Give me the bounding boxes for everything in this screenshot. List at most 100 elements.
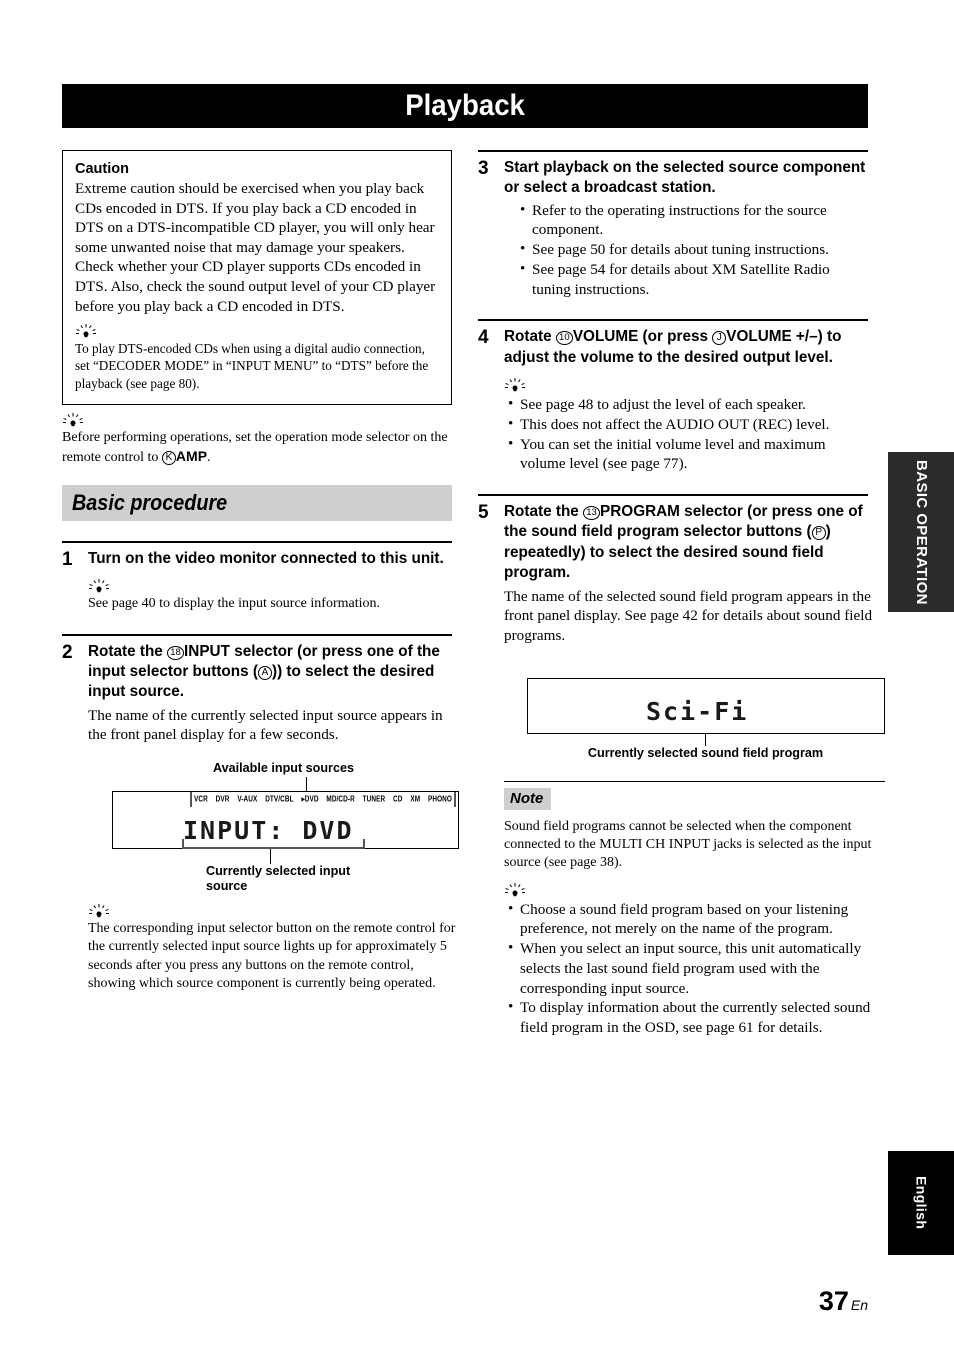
circled-18-marker: 18 (167, 645, 185, 660)
page-title: Playback (405, 89, 525, 122)
tip-bulb-icon (76, 324, 96, 338)
tip-bulb-icon (89, 579, 109, 593)
side-tab-english: English (888, 1151, 954, 1255)
page-number-value: 37 (818, 1286, 849, 1316)
figure-input-caption-top: Available input sources (213, 761, 354, 776)
figure-input-caption-bottom-line1: Currently selected input (206, 863, 351, 878)
tip-bulb-icon (505, 882, 525, 896)
intro-tip-text-after: . (207, 449, 211, 465)
step-3-bullets: Refer to the operating instructions for … (504, 200, 868, 300)
figure-input-display: Available input sources VCR DVR V-AUX DT… (88, 761, 459, 894)
intro-tip: Before performing operations, set the op… (62, 429, 452, 467)
input-source-indicator-row: VCR DVR V-AUX DTV/CBL ▸DVD MD/CD-R TUNER… (190, 791, 456, 807)
list-item: To display information about the current… (508, 997, 885, 1038)
note-block: Note Sound field programs cannot be sele… (504, 781, 885, 1038)
caution-tip: To play DTS-encoded CDs when using a dig… (75, 341, 429, 391)
source-label-md-cd-r: MD/CD-R (326, 794, 355, 804)
step-2-title: Rotate the 18 INPUT selector (or press on… (88, 642, 459, 703)
list-item: Refer to the operating instructions for … (520, 200, 868, 241)
tip-bulb-icon (505, 378, 525, 392)
step-1-title: Turn on the video monitor connected to t… (88, 550, 444, 568)
leader-line-top (306, 776, 308, 791)
caution-body: Extreme caution should be exercised when… (75, 180, 436, 315)
leader-line-program (705, 733, 707, 746)
tip-bulb-icon (89, 904, 109, 918)
page-number-lang: En (850, 1297, 868, 1313)
step-3: 3 Start playback on the selected source … (478, 150, 868, 299)
step-2: 2 Rotate the 18 INPUT selector (or press … (62, 633, 459, 993)
step-4-bold-volume-plus: VOLUME +/ (726, 328, 810, 346)
step-2-number: 2 (62, 641, 73, 663)
list-item: Choose a sound field program based on yo… (508, 899, 885, 940)
section-heading-band: Basic procedure (62, 485, 452, 522)
source-label-dvd: ▸DVD (301, 795, 319, 805)
section-heading: Basic procedure (72, 490, 228, 516)
step-3-number: 3 (478, 158, 489, 179)
note-tip-bullets: Choose a sound field program based on yo… (504, 899, 885, 1038)
step-4: 4 Rotate 10 VOLUME (or press J VOLUME +/–)… (478, 319, 868, 474)
front-panel-display-input: VCR DVR V-AUX DTV/CBL ▸DVD MD/CD-R TUNER… (112, 790, 459, 849)
step-2-description: The name of the currently selected input… (88, 706, 443, 744)
step-4-bold-volume: VOLUME (572, 328, 639, 346)
page-title-bar: Playback (62, 84, 868, 128)
step-2-title-part-a: Rotate the (88, 642, 168, 660)
step-5-number: 5 (478, 502, 489, 524)
side-tab-basic-operation-label: BASIC OPERATION (913, 459, 931, 605)
source-label-v-aux: V-AUX (237, 794, 258, 804)
step-1-tip: See page 40 to display the input source … (88, 596, 380, 612)
source-label-phono: PHONO (428, 794, 452, 804)
step-4-number: 4 (478, 327, 489, 349)
list-item: When you select an input source, this un… (508, 938, 885, 998)
list-item: See page 54 for details about XM Satelli… (520, 259, 868, 300)
step-5-title-part-a: Rotate the (504, 503, 584, 521)
step-5-title: Rotate the 13 PROGRAM selector (or press … (504, 502, 885, 583)
page-number: 37 En (700, 1286, 868, 1317)
step-5: 5 Rotate the 13 PROGRAM selector (or pres… (478, 494, 885, 1038)
step-4-title-part-b: (or press (638, 328, 713, 346)
list-item: You can set the initial volume level and… (508, 434, 868, 475)
intro-tip-bold: AMP (175, 447, 208, 464)
step-4-tip-bullets: See page 48 to adjust the level of each … (504, 394, 868, 475)
source-label-dtv-cbl: DTV/CBL (265, 794, 294, 804)
circled-10-marker: 10 (555, 331, 573, 346)
circled-k-marker: K (161, 450, 176, 465)
step-2-bold-input: INPUT (184, 642, 230, 660)
display-highlight-bracket (182, 838, 365, 849)
caution-box: Caution Extreme caution should be exerci… (62, 150, 452, 405)
step-2-tip: The corresponding input selector button … (88, 921, 456, 991)
figure-program-caption-bottom: Currently selected sound field program (587, 745, 824, 760)
note-body: Sound field programs cannot be selected … (504, 819, 872, 871)
side-tab-english-label: English (913, 1176, 930, 1230)
step-1-number: 1 (62, 549, 73, 571)
circled-a-marker: A (257, 665, 272, 680)
list-item: See page 50 for details about tuning ins… (520, 239, 868, 260)
source-label-vcr: VCR (194, 794, 208, 804)
leader-line-bottom (270, 848, 272, 864)
step-3-title: Start playback on the selected source co… (504, 159, 866, 197)
intro-tip-text-before: Before performing operations, set the op… (62, 429, 448, 465)
source-label-cd: CD (393, 794, 403, 804)
note-tag: Note (504, 788, 552, 811)
figure-input-caption-bottom: Currently selected input source (206, 864, 459, 895)
side-tab-basic-operation: BASIC OPERATION (888, 452, 954, 612)
display-text-program: Sci-Fi (646, 696, 749, 726)
step-5-description: The name of the selected sound field pro… (504, 587, 873, 645)
figure-input-caption-bottom-line2: source (206, 878, 248, 893)
right-column: 3 Start playback on the selected source … (478, 150, 885, 1038)
circled-p-marker: P (811, 526, 826, 541)
figure-program-display: Sci-Fi Currently selected sound field pr… (504, 677, 885, 761)
source-label-dvr: DVR (215, 794, 230, 804)
list-item: See page 48 to adjust the level of each … (508, 394, 868, 415)
source-label-tuner: TUNER (362, 794, 386, 804)
circled-j-marker: J (712, 331, 727, 346)
source-label-xm: XM (410, 794, 421, 804)
left-column: Caution Extreme caution should be exerci… (62, 150, 459, 993)
step-5-bold-program: PROGRAM (600, 503, 680, 521)
list-item: This does not affect the AUDIO OUT (REC)… (508, 414, 868, 435)
step-4-title-part-a: Rotate (504, 328, 556, 346)
tip-bulb-icon (63, 412, 83, 426)
circled-13-marker: 13 (583, 506, 601, 521)
caution-heading: Caution (75, 161, 129, 177)
step-1: 1 Turn on the video monitor connected to… (62, 541, 452, 614)
front-panel-display-program: Sci-Fi (527, 677, 885, 734)
